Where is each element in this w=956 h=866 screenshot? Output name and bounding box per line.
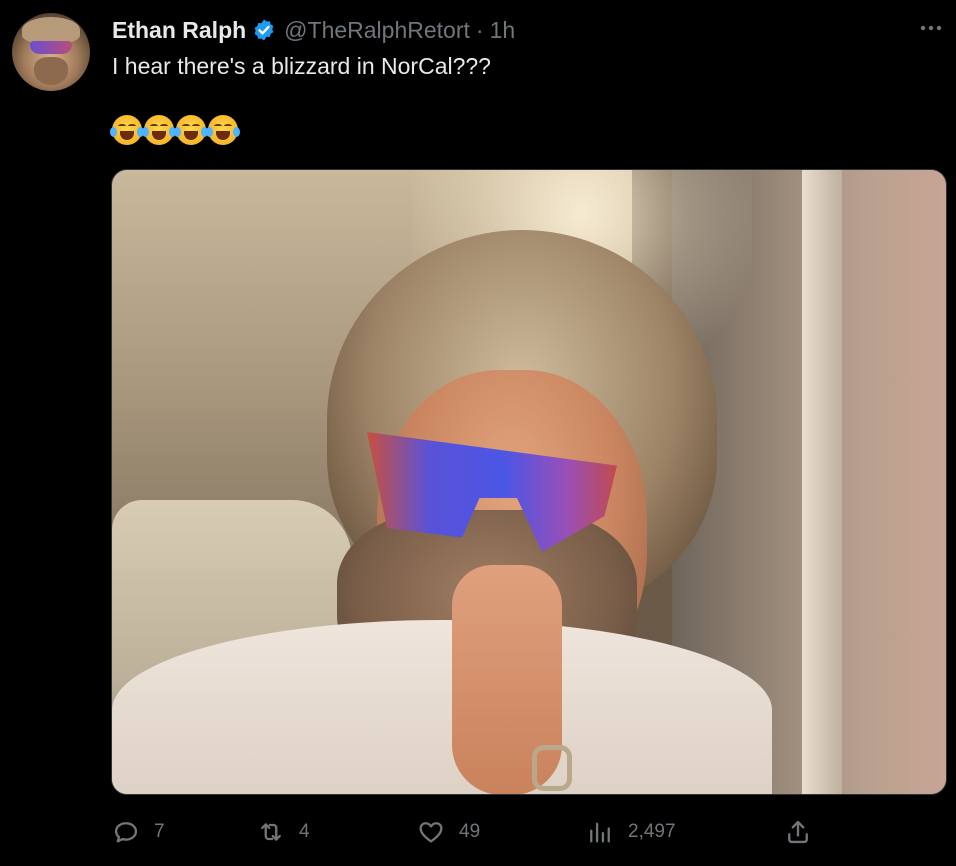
photo-ring — [532, 745, 572, 791]
more-options-icon[interactable] — [914, 16, 948, 40]
tweet-text: I hear there's a blizzard in NorCal??? — [112, 53, 491, 79]
separator-dot: · — [475, 16, 484, 43]
avatar-sunglasses — [30, 41, 72, 54]
avatar-hair — [22, 17, 80, 43]
emoji-row — [110, 115, 240, 145]
tweet[interactable]: Ethan Ralph @TheRalphRetort · 1h I hear … — [0, 0, 956, 866]
face-with-tears-of-joy-icon — [142, 115, 176, 145]
avatar-beard — [34, 57, 68, 85]
timestamp[interactable]: 1h — [490, 17, 516, 44]
like-count: 49 — [459, 821, 481, 842]
tweet-actions: 7 4 49 2,497 — [112, 815, 812, 849]
photo-shirt — [112, 620, 772, 794]
reply-icon — [114, 822, 138, 843]
like-button[interactable]: 49 — [417, 815, 480, 849]
reply-count: 7 — [154, 821, 165, 842]
share-button[interactable] — [784, 815, 812, 849]
user-handle[interactable]: @TheRalphRetort — [284, 17, 470, 44]
face-with-tears-of-joy-icon — [110, 115, 144, 145]
photo-pillar — [802, 170, 842, 794]
heart-icon — [419, 822, 443, 843]
reply-button[interactable]: 7 — [112, 815, 165, 849]
views-chart-icon — [590, 822, 610, 843]
views-button[interactable]: 2,497 — [586, 815, 676, 849]
tweet-header: Ethan Ralph @TheRalphRetort · 1h — [112, 15, 515, 45]
avatar[interactable] — [12, 13, 90, 91]
retweet-button[interactable]: 4 — [257, 815, 310, 849]
retweet-count: 4 — [299, 821, 310, 842]
views-count: 2,497 — [628, 821, 676, 842]
share-icon — [788, 820, 808, 844]
face-with-tears-of-joy-icon — [174, 115, 208, 145]
face-with-tears-of-joy-icon — [206, 115, 240, 145]
display-name[interactable]: Ethan Ralph — [112, 17, 246, 44]
tweet-photo[interactable] — [111, 169, 947, 795]
verified-badge-icon[interactable] — [252, 18, 276, 42]
retweet-icon — [261, 823, 281, 841]
